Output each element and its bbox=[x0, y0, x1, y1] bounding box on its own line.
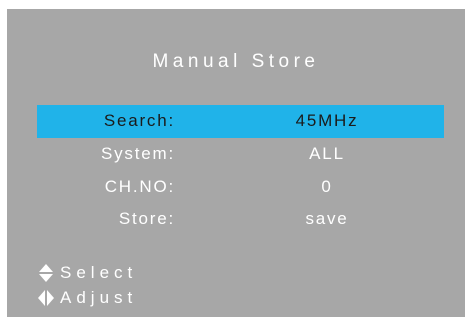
search-value: 45MHz bbox=[295, 111, 359, 130]
system-value: ALL bbox=[309, 144, 345, 163]
menu-row-system[interactable]: System: ALL bbox=[37, 138, 444, 171]
channel-number-value: 0 bbox=[321, 177, 333, 196]
osd-panel: Manual Store Search: 45MHz System: ALL C… bbox=[7, 9, 465, 317]
system-label: System: bbox=[100, 144, 175, 163]
channel-number-label: CH.NO: bbox=[104, 177, 175, 196]
up-down-arrows-icon bbox=[38, 263, 54, 283]
select-hint: Select bbox=[38, 263, 137, 283]
store-label: Store: bbox=[118, 209, 175, 228]
adjust-hint: Adjust bbox=[38, 288, 137, 308]
select-hint-label: Select bbox=[60, 263, 138, 282]
menu-title: Manual Store bbox=[152, 51, 320, 72]
menu-row-store[interactable]: Store: save bbox=[37, 203, 444, 236]
search-label: Search: bbox=[103, 111, 175, 130]
left-right-arrows-icon bbox=[38, 288, 54, 308]
menu-row-channel-number[interactable]: CH.NO: 0 bbox=[37, 171, 444, 204]
store-value: save bbox=[305, 209, 349, 228]
menu-row-search[interactable]: Search: 45MHz bbox=[37, 105, 444, 138]
adjust-hint-label: Adjust bbox=[60, 288, 138, 307]
